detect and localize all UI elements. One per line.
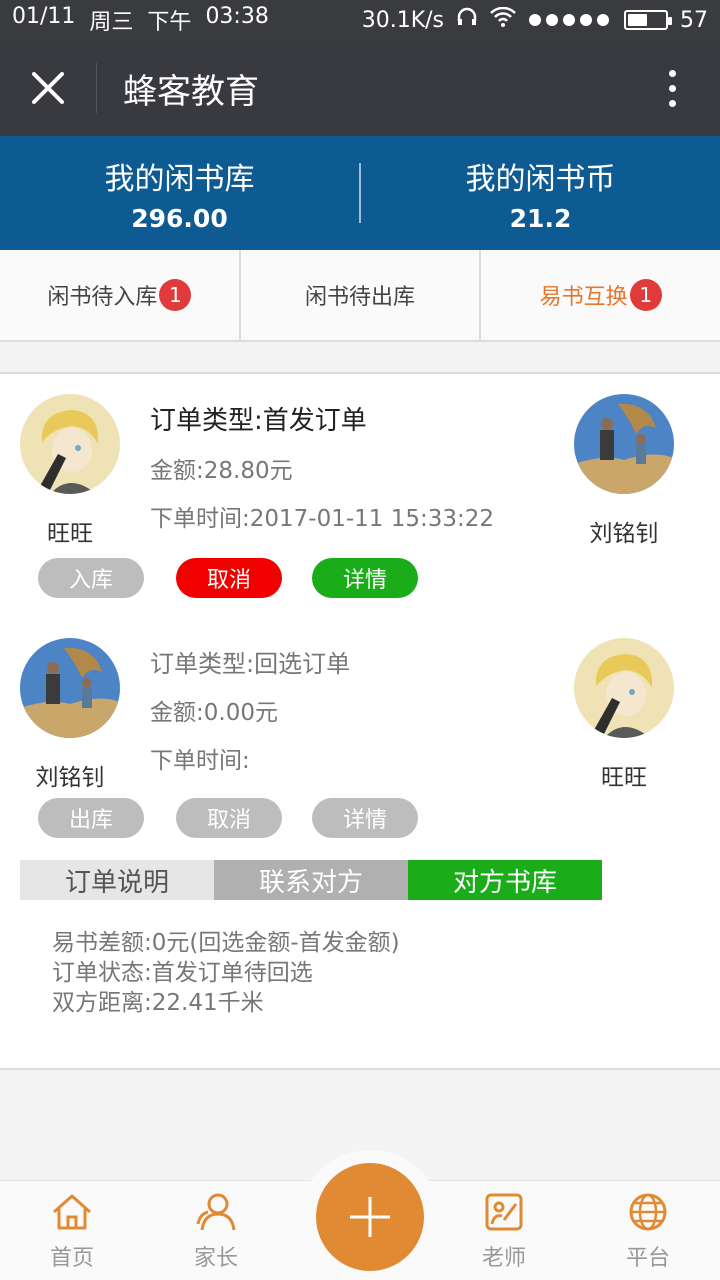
signal-icon	[528, 8, 612, 33]
avatar[interactable]	[574, 638, 674, 738]
order-amount: 金额:0.00元	[150, 700, 278, 726]
order-info: 订单类型:回选订单 金额:0.00元 下单时间:	[150, 644, 350, 775]
status-ampm: 下午	[147, 10, 192, 35]
home-icon	[53, 1194, 91, 1229]
nav-label: 首页	[49, 1245, 94, 1271]
details-button[interactable]: 详情	[312, 558, 418, 598]
tab-order-notes[interactable]: 订单说明	[20, 860, 214, 900]
tab-label: 闲书待出库	[305, 285, 416, 310]
order-tabs: 闲书待入库 1 闲书待出库 易书互换 1	[0, 250, 720, 342]
details-button[interactable]: 详情	[312, 798, 418, 838]
battery-percent: 57	[680, 7, 708, 33]
more-dot-icon	[668, 69, 676, 77]
anime-avatar-icon	[574, 638, 674, 738]
tab-exchange[interactable]: 易书互换 1	[481, 250, 720, 340]
exchange-card: 旺旺 订单类型:首发订单 金额:28.80元 下单时间:2017-01-11 1…	[0, 372, 720, 1070]
status-time: 03:38	[205, 4, 269, 29]
wifi-icon	[490, 6, 516, 33]
status-weekday: 周三	[89, 10, 134, 35]
title-bar: 蜂客教育	[0, 40, 720, 136]
coins-value: 21.2	[509, 203, 572, 233]
title-divider	[96, 63, 97, 113]
detail-difference: 易书差额:0元(回选金额-首发金额)	[52, 930, 400, 956]
tab-badge: 1	[159, 279, 192, 311]
avatar[interactable]	[574, 394, 674, 494]
teacher-board-icon	[485, 1193, 523, 1230]
nav-label: 老师	[481, 1245, 526, 1271]
tab-partner-library[interactable]: 对方书库	[408, 860, 602, 900]
stock-out-button[interactable]: 出库	[38, 798, 144, 838]
detail-status: 订单状态:首发订单待回选	[52, 960, 313, 986]
network-speed: 30.1K/s	[361, 7, 444, 33]
order-type: 订单类型:回选订单	[150, 650, 351, 678]
order-amount: 金额:28.80元	[150, 458, 293, 484]
status-date: 01/11	[12, 4, 76, 29]
battery-level	[628, 14, 647, 26]
globe-icon	[629, 1193, 667, 1230]
user-icon	[196, 1193, 236, 1230]
nav-home[interactable]: 首页	[0, 1181, 144, 1280]
tab-contact-partner[interactable]: 联系对方	[214, 860, 408, 900]
left-user-name: 刘铭钊	[35, 765, 105, 791]
page-title: 蜂客教育	[123, 71, 259, 112]
more-dot-icon	[668, 99, 676, 107]
close-icon	[32, 72, 64, 104]
detail-distance: 双方距离:22.41千米	[52, 990, 264, 1016]
plus-icon	[350, 1197, 390, 1237]
avatar[interactable]	[20, 394, 120, 494]
library-value: 296.00	[131, 203, 228, 233]
tab-pending-out[interactable]: 闲书待出库	[241, 250, 482, 340]
library-stat[interactable]: 我的闲书库 296.00	[0, 154, 359, 233]
right-user-name: 旺旺	[601, 765, 647, 791]
anime-avatar-icon	[20, 394, 120, 494]
left-user-name: 旺旺	[47, 521, 93, 547]
order-time: 下单时间:2017-01-11 15:33:22	[150, 506, 495, 532]
status-bar: 01/11 周三 下午 03:38 30.1K/s 57	[0, 0, 720, 40]
more-dot-icon	[668, 84, 676, 92]
more-menu-button[interactable]	[624, 40, 720, 136]
stock-in-button[interactable]: 入库	[38, 558, 144, 598]
coins-label: 我的闲书币	[465, 161, 616, 197]
cancel-button[interactable]: 取消	[176, 558, 282, 598]
cancel-button[interactable]: 取消	[176, 798, 282, 838]
nav-teacher[interactable]: 老师	[432, 1181, 576, 1280]
stats-banner: 我的闲书库 296.00 我的闲书币 21.2	[0, 136, 720, 250]
order-subtabs: 订单说明 联系对方 对方书库	[20, 860, 602, 900]
avatar[interactable]	[20, 638, 120, 738]
tab-badge: 1	[629, 279, 662, 311]
nav-parent[interactable]: 家长	[144, 1181, 288, 1280]
library-label: 我的闲书库	[104, 161, 255, 197]
battery-icon	[624, 10, 672, 30]
coins-stat[interactable]: 我的闲书币 21.2	[361, 154, 720, 233]
close-button[interactable]	[0, 40, 96, 136]
right-user-name: 刘铭钊	[589, 521, 659, 547]
tab-label: 易书互换	[539, 285, 628, 310]
photo-avatar-icon	[20, 638, 120, 738]
photo-avatar-icon	[574, 394, 674, 494]
add-button[interactable]	[316, 1163, 424, 1271]
tab-label: 闲书待入库	[47, 285, 158, 310]
nav-label: 平台	[625, 1245, 670, 1271]
nav-platform[interactable]: 平台	[576, 1181, 720, 1280]
order-info: 订单类型:首发订单 金额:28.80元 下单时间:2017-01-11 15:3…	[150, 400, 494, 533]
order-type: 订单类型:首发订单	[150, 406, 367, 436]
order-time: 下单时间:	[150, 748, 250, 774]
tab-pending-in[interactable]: 闲书待入库 1	[0, 250, 241, 340]
headphone-icon	[456, 6, 478, 34]
nav-label: 家长	[193, 1245, 238, 1271]
order-details: 易书差额:0元(回选金额-首发金额) 订单状态:首发订单待回选 双方距离:22.…	[52, 928, 400, 1018]
